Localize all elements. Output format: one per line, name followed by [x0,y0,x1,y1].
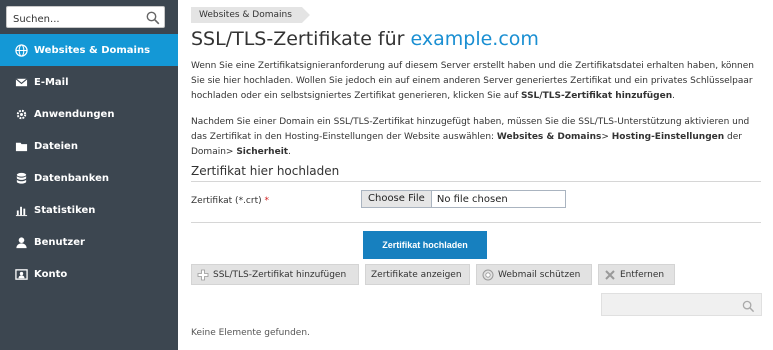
choose-file-button[interactable]: Choose File [362,191,432,207]
upload-certificate-button[interactable]: Zertifikat hochladen [363,231,487,259]
sidebar-item-websites-domains[interactable]: Websites & Domains [0,34,178,66]
account-icon [14,267,28,281]
instructions-path-websites: Websites & Domains [496,132,602,142]
page-title: SSL/TLS-Zertifikate für example.com [191,28,539,50]
instructions-path-hosting: Hosting-Einstellungen [611,132,725,142]
sidebar-item-datenbanken[interactable]: Datenbanken [0,162,178,194]
divider [191,181,761,182]
certificate-field-label: Zertifikat (*.crt) * [191,196,269,206]
sidebar-item-label: E-Mail [34,76,69,88]
add-certificate-label: SSL/TLS-Zertifikat hinzufügen [213,269,347,280]
intro-text-highlight: SSL/TLS-Zertifikat hinzufügen [521,91,673,101]
user-icon [14,235,28,249]
sidebar: Websites & Domains E-Mail Anwendungen Da… [0,0,178,350]
required-mark: * [264,196,270,206]
sidebar-item-label: Websites & Domains [34,44,151,56]
file-status-text: No file chosen [436,193,508,205]
list-search-input[interactable] [602,294,742,315]
certificate-field-label-text: Zertifikat (*.crt) [191,196,262,206]
divider [191,222,761,223]
empty-list-message: Keine Elemente gefunden. [191,328,310,338]
instructions-end: . [288,147,291,157]
search-icon[interactable] [742,298,755,313]
database-icon [14,171,28,185]
sidebar-item-label: Benutzer [34,236,85,248]
intro-text-end: . [672,91,675,101]
instructions-sep: > [601,132,612,142]
remove-icon [604,269,616,281]
sidebar-item-statistiken[interactable]: Statistiken [0,194,178,226]
instructions-path-security: Sicherheit [236,147,289,157]
sidebar-item-label: Konto [34,268,68,280]
sidebar-item-label: Datenbanken [34,172,110,184]
show-certificates-label: Zertifikate anzeigen [371,269,462,280]
instructions-text: Nachdem Sie einer Domain ein SSL/TLS-Zer… [191,115,763,160]
list-search[interactable] [601,293,762,316]
webmail-shield-icon [482,269,494,281]
intro-text: Wenn Sie eine Zertifikatsignieranforderu… [191,59,763,104]
upload-section-title: Zertifikat hier hochladen [191,164,340,178]
sidebar-search-input[interactable] [7,9,137,30]
certificate-file-input[interactable]: Choose File No file chosen [361,190,566,208]
envelope-icon [14,75,28,89]
sidebar-item-label: Anwendungen [34,108,115,120]
remove-button[interactable]: Entfernen [598,264,675,285]
add-certificate-icon [197,269,209,281]
folder-icon [14,139,28,153]
search-icon[interactable] [146,10,160,25]
sidebar-item-label: Dateien [34,140,78,152]
sidebar-item-label: Statistiken [34,204,96,216]
sidebar-search[interactable] [6,6,165,30]
sidebar-item-dateien[interactable]: Dateien [0,130,178,162]
bar-chart-icon [14,203,28,217]
secure-webmail-label: Webmail schützen [498,269,581,280]
secure-webmail-button[interactable]: Webmail schützen [476,264,592,285]
page-title-prefix: SSL/TLS-Zertifikate für [191,28,411,50]
remove-label: Entfernen [620,269,665,280]
sidebar-item-email[interactable]: E-Mail [0,66,178,98]
breadcrumb[interactable]: Websites & Domains [191,7,310,23]
globe-icon [14,43,28,57]
sidebar-item-benutzer[interactable]: Benutzer [0,226,178,258]
sidebar-nav: Websites & Domains E-Mail Anwendungen Da… [0,34,178,290]
sidebar-item-konto[interactable]: Konto [0,258,178,290]
sidebar-item-anwendungen[interactable]: Anwendungen [0,98,178,130]
show-certificates-button[interactable]: Zertifikate anzeigen [365,264,470,285]
page-title-domain[interactable]: example.com [411,28,539,50]
list-toolbar: SSL/TLS-Zertifikat hinzufügen Zertifikat… [191,264,681,285]
gear-icon [14,107,28,121]
add-certificate-button[interactable]: SSL/TLS-Zertifikat hinzufügen [191,264,359,285]
